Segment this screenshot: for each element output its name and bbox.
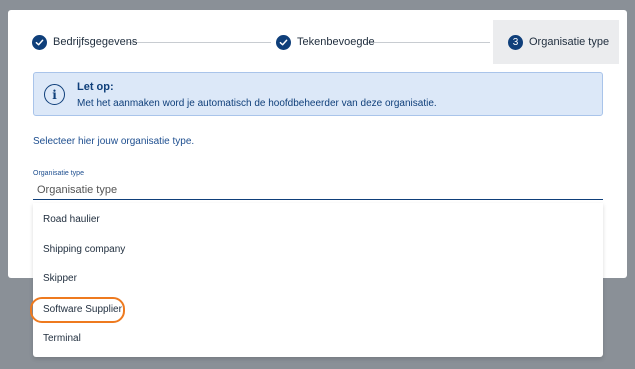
step-organisatie-type[interactable]: 3 Organisatie type: [493, 20, 619, 64]
option-terminal[interactable]: Terminal: [33, 324, 603, 353]
info-alert: i Let op: Met het aanmaken word je autom…: [33, 72, 603, 116]
organisation-type-field: Organisatie type: [33, 170, 603, 200]
field-label: Organisatie type: [33, 170, 84, 177]
step-label: Bedrijfsgegevens: [53, 36, 138, 48]
option-skipper[interactable]: Skipper: [33, 264, 603, 293]
step-connector: [366, 42, 490, 43]
check-icon: [32, 34, 47, 50]
step-connector: [127, 42, 271, 43]
organisation-type-dropdown: Road haulier Shipping company Skipper So…: [30, 203, 603, 357]
step-bedrijfsgegevens[interactable]: Bedrijfsgegevens: [32, 20, 137, 64]
step-number: 3: [508, 34, 523, 50]
info-icon: i: [44, 84, 65, 105]
stepper: Bedrijfsgegevens Tekenbevoegde 3 Organis…: [24, 20, 619, 64]
organisation-type-input[interactable]: [33, 180, 603, 200]
check-icon: [276, 34, 291, 50]
alert-title: Let op:: [77, 81, 114, 93]
option-road-haulier[interactable]: Road haulier: [33, 205, 603, 234]
instruction-text: Selecteer hier jouw organisatie type.: [33, 136, 195, 147]
alert-message: Met het aanmaken word je automatisch de …: [77, 98, 437, 109]
step-label: Organisatie type: [529, 36, 610, 48]
step-tekenbevoegde[interactable]: Tekenbevoegde: [276, 20, 375, 64]
option-shipping-company[interactable]: Shipping company: [33, 235, 603, 264]
step-label: Tekenbevoegde: [297, 36, 375, 48]
option-software-supplier[interactable]: Software Supplier: [33, 295, 603, 324]
